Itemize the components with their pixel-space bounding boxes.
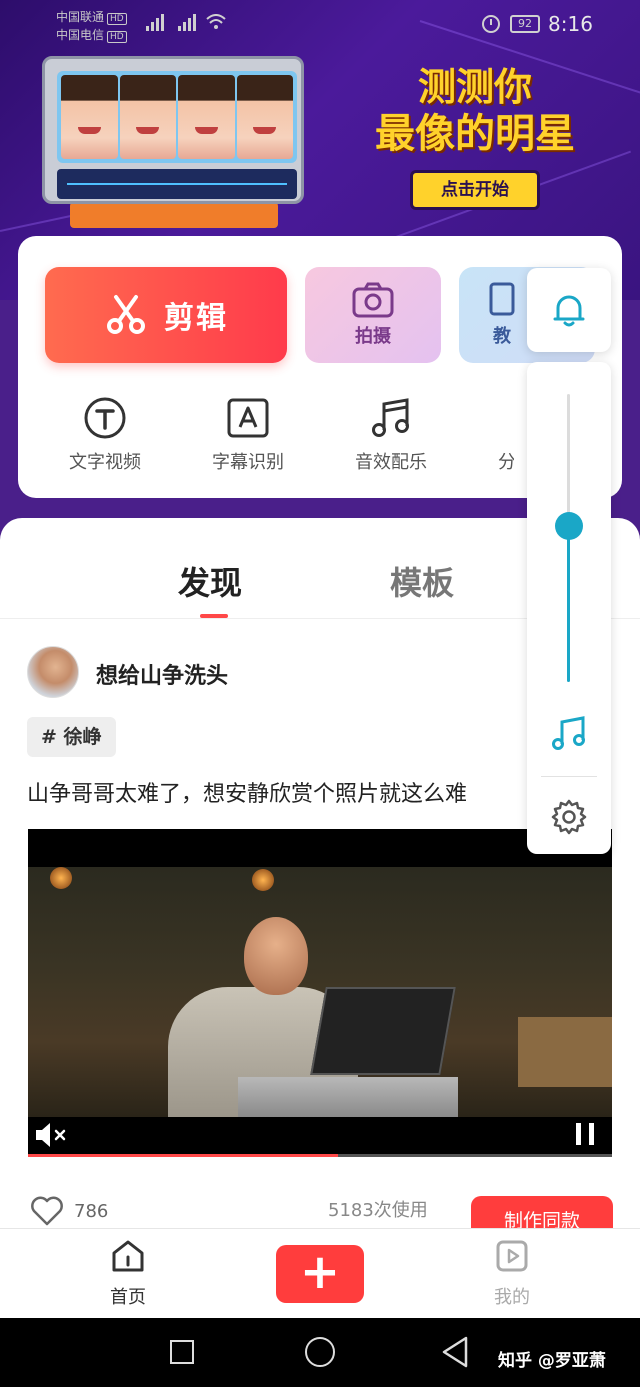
- subtitle-a-icon: [227, 398, 269, 438]
- watermark: 知乎 @罗亚萧: [498, 1351, 606, 1371]
- like-button[interactable]: 786: [30, 1196, 108, 1226]
- wifi-icon: [206, 14, 226, 29]
- heart-icon: [31, 1196, 63, 1226]
- hd-badge: HD: [107, 31, 127, 43]
- gear-icon[interactable]: [550, 798, 588, 836]
- start-button[interactable]: 点击开始: [410, 170, 540, 210]
- robot-illustration: [42, 48, 310, 228]
- edit-button[interactable]: 剪辑: [45, 267, 287, 363]
- hashtag-chip[interactable]: # 徐峥: [27, 717, 116, 757]
- system-nav-bar: 知乎 @罗亚萧: [0, 1318, 640, 1387]
- tool-sound-music[interactable]: 音效配乐: [331, 396, 451, 474]
- back-button[interactable]: [440, 1336, 470, 1368]
- create-button[interactable]: +: [276, 1245, 364, 1303]
- nav-mine[interactable]: 我的: [484, 1239, 540, 1309]
- status-bar: 中国联通 HD 中国电信 HD 92 8:16: [0, 0, 640, 50]
- carrier-2: 中国电信: [56, 28, 105, 42]
- like-count: 786: [74, 1200, 109, 1222]
- clock: 8:16: [548, 12, 593, 36]
- nav-home[interactable]: 首页: [100, 1239, 156, 1309]
- tab-discover[interactable]: 发现: [178, 558, 242, 604]
- hd-badge: HD: [107, 13, 127, 25]
- edit-label: 剪辑: [164, 301, 228, 336]
- nav-home-label: 首页: [110, 1287, 146, 1308]
- divider: [541, 776, 597, 777]
- nav-mine-label: 我的: [494, 1287, 530, 1308]
- post-username[interactable]: 想给山争洗头: [96, 658, 228, 690]
- post-caption: 山争哥哥太难了，想安静欣赏个照片就这么难: [27, 782, 468, 807]
- pause-icon[interactable]: [574, 1121, 598, 1147]
- tool-subtitle-recognition[interactable]: 字幕识别: [188, 396, 308, 474]
- camera-icon: [352, 282, 394, 318]
- profile-video-icon: [496, 1240, 528, 1272]
- video-player[interactable]: [28, 829, 612, 1157]
- banner-title: 测测你 最像的明星: [375, 65, 575, 157]
- scissors-icon: [107, 295, 145, 334]
- book-icon: [489, 282, 515, 316]
- video-frame: [28, 867, 612, 1117]
- use-count: 5183次使用: [328, 1200, 428, 1221]
- tool-split[interactable]: 分割: [474, 396, 514, 474]
- volume-slider-fill: [567, 526, 570, 682]
- bottom-nav: 首页 + 我的: [0, 1228, 640, 1318]
- text-t-icon: [84, 397, 126, 439]
- tool-text-video[interactable]: 文字视频: [45, 396, 165, 474]
- recents-button[interactable]: [170, 1340, 194, 1364]
- shoot-button[interactable]: 拍摄: [305, 267, 441, 363]
- tab-template[interactable]: 模板: [390, 558, 454, 604]
- mute-icon[interactable]: [34, 1121, 70, 1149]
- signal-icon: [178, 14, 196, 31]
- video-progress[interactable]: [28, 1154, 612, 1157]
- bell-icon: [553, 295, 585, 327]
- carrier-1: 中国联通: [56, 10, 105, 24]
- music-note-icon: [372, 398, 409, 437]
- tutorial-label: 教: [493, 326, 511, 347]
- volume-slider-thumb[interactable]: [555, 512, 583, 541]
- music-icon[interactable]: [551, 716, 587, 752]
- battery-icon: 92: [510, 15, 540, 33]
- video-progress-fill: [28, 1154, 338, 1157]
- alarm-icon: [482, 15, 500, 33]
- home-button[interactable]: [305, 1337, 335, 1367]
- signal-icon: [146, 14, 164, 31]
- star-faces-image: [57, 71, 297, 163]
- notification-button[interactable]: [527, 268, 611, 352]
- shoot-label: 拍摄: [355, 326, 391, 347]
- avatar[interactable]: [27, 646, 79, 698]
- volume-panel: [527, 362, 611, 854]
- home-icon: [112, 1240, 144, 1272]
